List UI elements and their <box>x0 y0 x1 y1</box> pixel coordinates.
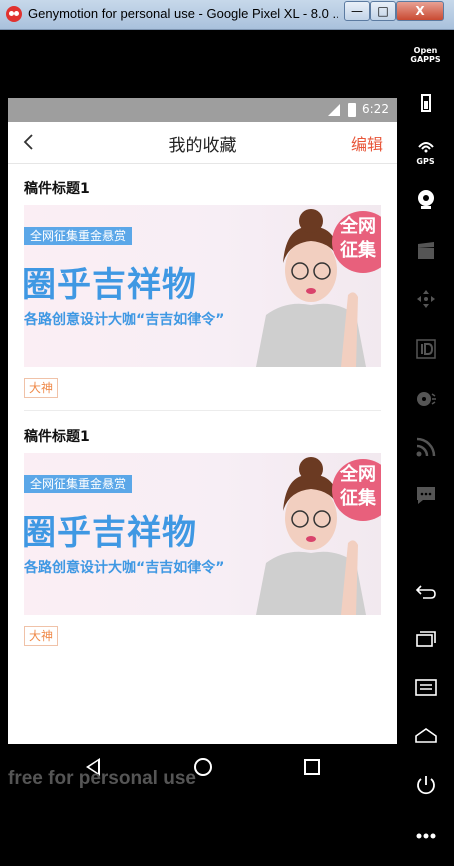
gps-label: GPS <box>416 157 435 166</box>
banner-headline: 圈乎吉祥物 <box>24 513 197 553</box>
author-tag: 大神 <box>24 378 59 398</box>
recents-key-button[interactable] <box>397 628 454 654</box>
open-gapps-label: Open GAPPS <box>410 46 441 64</box>
watermark-text: free for personal use <box>8 768 196 789</box>
banner-image[interactable]: 全网征集重金悬赏 圈乎吉祥物 各路创意设计大咖“吉吉如律令” 全网 征集 <box>24 453 381 615</box>
banner-subline: 各路创意设计大咖“吉吉如律令” <box>24 312 225 328</box>
page-title: 我的收藏 <box>168 136 237 156</box>
favorite-card[interactable]: 稿件标题1 全网征集重金悬赏 圈乎吉祥物 各路创意设计大咖“吉吉如律令” 全网 … <box>8 412 397 659</box>
edit-button[interactable]: 编辑 <box>351 131 383 155</box>
banner-image[interactable]: 全网征集重金悬赏 圈乎吉祥物 各路创意设计大咖“吉吉如律令” 全网 征集 <box>24 205 381 367</box>
webcam-button[interactable] <box>397 188 454 214</box>
recents-icon <box>415 631 436 647</box>
banner-headline: 圈乎吉祥物 <box>24 265 197 305</box>
battery-icon <box>348 103 356 117</box>
id-icon <box>415 339 436 359</box>
android-status-bar: 6:22 <box>8 98 397 122</box>
phone-screen: 6:22 我的收藏 编辑 稿件标题1 全网征集重金悬赏 圈乎吉祥物 各路创意设计… <box>8 98 397 744</box>
genymotion-toolbar: Open GAPPS GPS <box>397 30 454 866</box>
menu-key-button[interactable] <box>397 676 454 702</box>
android-nav-bar: free for personal use <box>0 744 397 866</box>
author-tag: 大神 <box>24 626 59 646</box>
nav-recents-icon[interactable] <box>304 759 320 775</box>
signal-icon <box>328 104 340 116</box>
home-key-button[interactable] <box>397 724 454 750</box>
back-icon <box>415 585 436 599</box>
close-button[interactable]: X <box>396 1 444 21</box>
card-title: 稿件标题1 <box>24 181 90 197</box>
video-capture-button[interactable] <box>397 240 454 266</box>
maximize-button[interactable]: □ <box>370 1 396 21</box>
gps-button[interactable]: GPS <box>397 138 454 166</box>
banner-bubble-text: 全网 征集 <box>340 464 376 509</box>
battery-button[interactable] <box>397 92 454 118</box>
dpad-icon <box>416 290 435 308</box>
device-id-button[interactable] <box>397 338 454 364</box>
sound-button[interactable] <box>397 388 454 414</box>
webcam-icon <box>417 190 434 209</box>
banner-subline: 各路创意设计大咖“吉吉如律令” <box>24 560 225 576</box>
open-gapps-button[interactable]: Open GAPPS <box>397 46 454 64</box>
rss-icon <box>416 437 435 457</box>
home-icon <box>414 728 437 743</box>
back-key-button[interactable] <box>397 580 454 606</box>
menu-icon <box>414 679 437 696</box>
emulator-window: Genymotion for personal use - Google Pix… <box>0 0 454 866</box>
window-title: Genymotion for personal use - Google Pix… <box>28 6 338 21</box>
minimize-button[interactable]: — <box>344 1 370 21</box>
back-arrow-icon[interactable] <box>22 134 36 150</box>
window-titlebar[interactable]: Genymotion for personal use - Google Pix… <box>0 0 454 30</box>
banner-bubble-text: 全网 征集 <box>340 216 376 261</box>
sms-button[interactable] <box>397 484 454 510</box>
sound-icon <box>416 392 436 406</box>
card-divider <box>24 410 381 411</box>
video-icon <box>417 242 434 259</box>
network-button[interactable] <box>397 436 454 462</box>
genymotion-logo-icon <box>6 6 22 22</box>
card-title: 稿件标题1 <box>24 429 90 445</box>
nav-home-icon[interactable] <box>194 758 212 776</box>
app-bar: 我的收藏 编辑 <box>8 122 397 164</box>
favorite-card[interactable]: 稿件标题1 全网征集重金悬赏 圈乎吉祥物 各路创意设计大咖“吉吉如律令” 全网 … <box>8 164 397 411</box>
power-icon <box>416 776 435 795</box>
status-time: 6:22 <box>362 102 389 116</box>
gps-icon <box>417 142 434 153</box>
power-button[interactable] <box>397 774 454 800</box>
banner-tagline: 全网征集重金悬赏 <box>24 227 133 245</box>
chat-icon <box>416 487 435 504</box>
battery-icon <box>420 94 431 112</box>
dpad-button[interactable] <box>397 288 454 314</box>
banner-tagline: 全网征集重金悬赏 <box>24 475 133 493</box>
more-button[interactable] <box>397 826 454 845</box>
more-icon <box>416 833 435 839</box>
